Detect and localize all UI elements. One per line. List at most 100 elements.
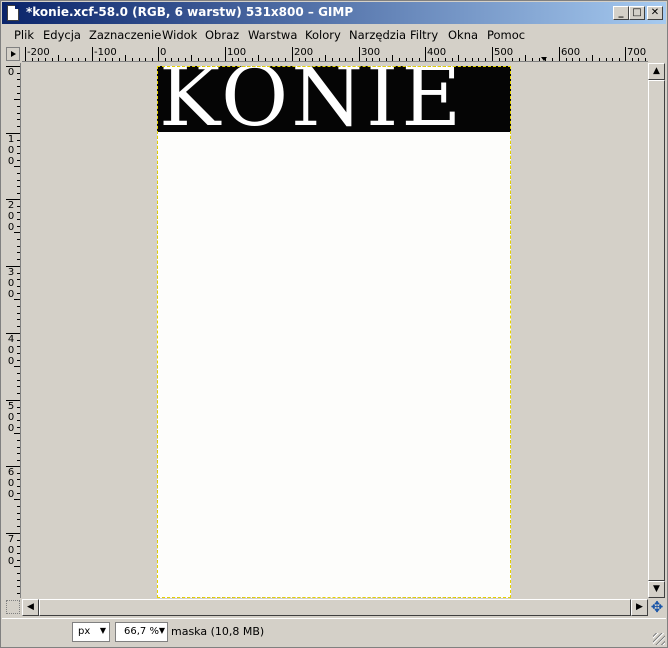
banner-text: KONIE — [159, 66, 465, 132]
ruler-minor-tick — [17, 393, 20, 394]
ruler-minor-tick — [586, 58, 587, 61]
vertical-scroll-thumb[interactable] — [648, 80, 665, 581]
menu-warstwa[interactable]: Warstwa — [248, 28, 297, 42]
ruler-minor-tick — [17, 493, 20, 494]
minimize-button[interactable]: _ — [613, 6, 629, 20]
ruler-minor-tick — [17, 346, 20, 347]
ruler-minor-tick — [125, 55, 126, 61]
menu-obraz[interactable]: Obraz — [205, 28, 239, 42]
ruler-minor-tick — [211, 58, 212, 61]
ruler-minor-tick — [17, 546, 20, 547]
ruler-minor-tick — [218, 58, 219, 61]
ruler-minor-tick — [532, 58, 533, 61]
maximize-button[interactable]: □ — [629, 6, 645, 20]
ruler-minor-tick — [345, 58, 346, 61]
ruler-label: 400 — [427, 47, 447, 58]
menu-pomoc[interactable]: Pomoc — [487, 28, 525, 42]
canvas-area[interactable]: KONIE — [22, 63, 648, 598]
ruler-label: 0 — [160, 47, 167, 58]
quick-mask-toggle[interactable] — [6, 600, 20, 614]
ruler-minor-tick — [238, 58, 239, 61]
ruler-minor-tick — [17, 560, 20, 561]
ruler-label: 700 — [627, 47, 647, 58]
ruler-label: 200 — [294, 47, 314, 58]
menu-narzędzia[interactable]: Narzędzia — [349, 28, 406, 42]
unit-value: px — [78, 626, 91, 637]
gimp-window: *konie.xcf-58.0 (RGB, 6 warstw) 531x800 … — [0, 0, 668, 648]
ruler-minor-tick — [485, 58, 486, 61]
ruler-minor-tick — [17, 360, 20, 361]
ruler-minor-tick — [17, 246, 20, 247]
navigate-icon[interactable]: ✥ — [649, 599, 665, 616]
horizontal-scrollbar[interactable]: ◀ ▶ — [22, 599, 648, 616]
status-message: maska (10,8 MB) — [171, 625, 265, 638]
ruler-minor-tick — [325, 55, 326, 61]
ruler-minor-tick — [638, 58, 639, 61]
ruler-minor-tick — [272, 58, 273, 61]
close-button[interactable]: ✕ — [647, 6, 663, 20]
ruler-minor-tick — [505, 58, 506, 61]
ruler-minor-tick — [17, 526, 20, 527]
ruler-minor-tick — [386, 58, 387, 61]
resize-grip[interactable] — [653, 633, 665, 645]
chevron-down-icon: ▼ — [99, 626, 106, 635]
ruler-minor-tick — [52, 58, 53, 61]
ruler-minor-tick — [17, 186, 20, 187]
ruler-minor-tick — [17, 193, 20, 194]
ruler-minor-tick — [258, 55, 259, 61]
title-bar[interactable]: *konie.xcf-58.0 (RGB, 6 warstw) 531x800 … — [2, 2, 666, 24]
ruler-label: -100 — [94, 47, 117, 58]
ruler-label: 500 — [7, 401, 15, 434]
horizontal-scroll-thumb[interactable] — [39, 599, 631, 616]
ruler-minor-tick — [399, 58, 400, 61]
menu-edycja[interactable]: Edycja — [43, 28, 81, 42]
ruler-minor-tick — [632, 58, 633, 61]
ruler-minor-tick — [17, 407, 20, 408]
ruler-minor-tick — [17, 259, 20, 260]
ruler-major-tick — [359, 47, 360, 61]
zoom-select[interactable]: 66,7 % ▼ — [115, 622, 168, 642]
ruler-minor-tick — [17, 73, 20, 74]
ruler-label: 600 — [561, 47, 581, 58]
ruler-minor-tick — [319, 58, 320, 61]
vertical-ruler[interactable]: 0 100 200 300 400 500 600 700 — [6, 63, 21, 598]
menu-zaznaczenie[interactable]: Zaznaczenie — [89, 28, 161, 42]
ruler-major-tick — [25, 47, 26, 61]
scroll-up-button[interactable]: ▲ — [648, 63, 665, 80]
ruler-minor-tick — [612, 58, 613, 61]
ruler-minor-tick — [17, 113, 20, 114]
ruler-label: 300 — [7, 267, 15, 300]
ruler-minor-tick — [17, 553, 20, 554]
ruler-minor-tick — [17, 413, 20, 414]
ruler-minor-tick — [17, 593, 20, 594]
ruler-minor-tick — [17, 380, 20, 381]
scroll-down-button[interactable]: ▼ — [648, 581, 665, 598]
ruler-minor-tick — [191, 55, 192, 61]
horizontal-ruler[interactable]: -200 -100 0 100 200 300 400 500 600 700 — [22, 47, 648, 62]
vertical-scrollbar[interactable]: ▲ ▼ — [648, 63, 665, 598]
ruler-minor-tick — [17, 239, 20, 240]
menu-kolory[interactable]: Kolory — [305, 28, 341, 42]
ruler-minor-tick — [252, 58, 253, 61]
zoom-value: 66,7 % — [124, 626, 159, 637]
ruler-minor-tick — [139, 58, 140, 61]
scroll-left-button[interactable]: ◀ — [22, 599, 39, 616]
ruler-minor-tick — [566, 58, 567, 61]
ruler-minor-tick — [112, 58, 113, 61]
ruler-menu-button[interactable] — [6, 47, 20, 61]
ruler-label: 0 — [7, 67, 15, 78]
ruler-minor-tick — [17, 427, 20, 428]
scroll-right-button[interactable]: ▶ — [631, 599, 648, 616]
ruler-minor-tick — [198, 58, 199, 61]
ruler-minor-tick — [17, 473, 20, 474]
image-canvas[interactable]: KONIE — [157, 66, 511, 598]
ruler-minor-tick — [178, 58, 179, 61]
window-title: *konie.xcf-58.0 (RGB, 6 warstw) 531x800 … — [26, 5, 354, 19]
menu-filtry[interactable]: Filtry — [410, 28, 438, 42]
ruler-minor-tick — [17, 106, 20, 107]
menu-okna[interactable]: Okna — [448, 28, 478, 42]
ruler-minor-tick — [58, 55, 59, 61]
unit-select[interactable]: px ▼ — [72, 622, 110, 642]
menu-plik[interactable]: Plik — [14, 28, 34, 42]
menu-widok[interactable]: Widok — [162, 28, 197, 42]
